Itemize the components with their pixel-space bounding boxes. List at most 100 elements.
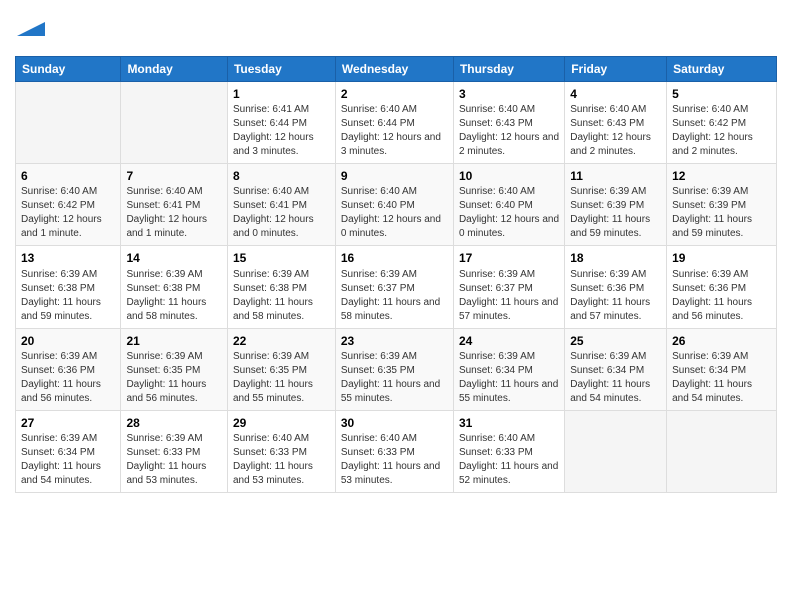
day-info: Sunrise: 6:39 AM Sunset: 6:34 PM Dayligh… (570, 350, 661, 406)
day-info: Sunrise: 6:40 AM Sunset: 6:41 PM Dayligh… (233, 185, 330, 241)
day-number: 31 (459, 415, 559, 431)
calendar-table: SundayMondayTuesdayWednesdayThursdayFrid… (15, 56, 777, 493)
day-info: Sunrise: 6:39 AM Sunset: 6:34 PM Dayligh… (21, 432, 115, 488)
day-number: 3 (459, 86, 559, 102)
day-number: 14 (126, 250, 222, 266)
logo-icon (17, 15, 45, 43)
header-cell-friday: Friday (565, 57, 667, 82)
day-cell: 9Sunrise: 6:40 AM Sunset: 6:40 PM Daylig… (335, 164, 453, 246)
day-info: Sunrise: 6:40 AM Sunset: 6:33 PM Dayligh… (341, 432, 448, 488)
week-row-2: 6Sunrise: 6:40 AM Sunset: 6:42 PM Daylig… (16, 164, 777, 246)
day-cell: 14 Sunrise: 6:39 AM Sunset: 6:38 PM Dayli… (121, 246, 228, 328)
day-cell: 8Sunrise: 6:40 AM Sunset: 6:41 PM Daylig… (227, 164, 335, 246)
day-cell: 25Sunrise: 6:39 AM Sunset: 6:34 PM Dayli… (565, 328, 667, 410)
day-cell: 13 Sunrise: 6:39 AM Sunset: 6:38 PM Dayli… (16, 246, 121, 328)
day-number: 26 (672, 333, 771, 349)
header (15, 10, 777, 48)
day-info: Sunrise: 6:40 AM Sunset: 6:44 PM Dayligh… (341, 103, 448, 159)
day-cell: 10Sunrise: 6:40 AM Sunset: 6:40 PM Dayli… (453, 164, 564, 246)
day-info: Sunrise: 6:40 AM Sunset: 6:40 PM Dayligh… (341, 185, 448, 241)
day-number: 27 (21, 415, 115, 431)
day-info: Sunrise: 6:39 AM Sunset: 6:39 PM Dayligh… (570, 185, 661, 241)
day-number: 29 (233, 415, 330, 431)
day-cell: 1Sunrise: 6:41 AM Sunset: 6:44 PM Daylig… (227, 82, 335, 164)
day-info: Sunrise: 6:39 AM Sunset: 6:34 PM Dayligh… (672, 350, 771, 406)
day-info: Sunrise: 6:39 AM Sunset: 6:38 PM Dayligh… (126, 268, 222, 324)
day-info: Sunrise: 6:39 AM Sunset: 6:35 PM Dayligh… (233, 350, 330, 406)
day-info: Sunrise: 6:40 AM Sunset: 6:42 PM Dayligh… (672, 103, 771, 159)
day-cell: 26Sunrise: 6:39 AM Sunset: 6:34 PM Dayli… (667, 328, 777, 410)
day-info: Sunrise: 6:39 AM Sunset: 6:35 PM Dayligh… (341, 350, 448, 406)
header-cell-thursday: Thursday (453, 57, 564, 82)
day-cell: 2Sunrise: 6:40 AM Sunset: 6:44 PM Daylig… (335, 82, 453, 164)
day-info: Sunrise: 6:40 AM Sunset: 6:43 PM Dayligh… (570, 103, 661, 159)
day-info: Sunrise: 6:39 AM Sunset: 6:36 PM Dayligh… (570, 268, 661, 324)
day-info: Sunrise: 6:39 AM Sunset: 6:38 PM Dayligh… (21, 268, 115, 324)
header-cell-wednesday: Wednesday (335, 57, 453, 82)
header-row: SundayMondayTuesdayWednesdayThursdayFrid… (16, 57, 777, 82)
day-number: 2 (341, 86, 448, 102)
header-cell-saturday: Saturday (667, 57, 777, 82)
day-number: 20 (21, 333, 115, 349)
day-number: 10 (459, 168, 559, 184)
day-number: 12 (672, 168, 771, 184)
day-cell: 28Sunrise: 6:39 AM Sunset: 6:33 PM Dayli… (121, 410, 228, 492)
page-container: SundayMondayTuesdayWednesdayThursdayFrid… (0, 0, 792, 503)
day-number: 6 (21, 168, 115, 184)
header-cell-monday: Monday (121, 57, 228, 82)
day-number: 9 (341, 168, 448, 184)
day-info: Sunrise: 6:40 AM Sunset: 6:40 PM Dayligh… (459, 185, 559, 241)
day-info: Sunrise: 6:39 AM Sunset: 6:38 PM Dayligh… (233, 268, 330, 324)
day-cell: 18 Sunrise: 6:39 AM Sunset: 6:36 PM Dayli… (565, 246, 667, 328)
day-number: 17 (459, 250, 559, 266)
day-number: 25 (570, 333, 661, 349)
day-cell: 22Sunrise: 6:39 AM Sunset: 6:35 PM Dayli… (227, 328, 335, 410)
day-info: Sunrise: 6:40 AM Sunset: 6:41 PM Dayligh… (126, 185, 222, 241)
day-cell (121, 82, 228, 164)
day-cell: 19Sunrise: 6:39 AM Sunset: 6:36 PM Dayli… (667, 246, 777, 328)
day-cell: 31Sunrise: 6:40 AM Sunset: 6:33 PM Dayli… (453, 410, 564, 492)
day-info: Sunrise: 6:39 AM Sunset: 6:36 PM Dayligh… (21, 350, 115, 406)
header-cell-tuesday: Tuesday (227, 57, 335, 82)
day-info: Sunrise: 6:39 AM Sunset: 6:35 PM Dayligh… (126, 350, 222, 406)
day-info: Sunrise: 6:39 AM Sunset: 6:34 PM Dayligh… (459, 350, 559, 406)
week-row-4: 20Sunrise: 6:39 AM Sunset: 6:36 PM Dayli… (16, 328, 777, 410)
day-number: 23 (341, 333, 448, 349)
day-number: 7 (126, 168, 222, 184)
day-number: 18 (570, 250, 661, 266)
week-row-3: 13 Sunrise: 6:39 AM Sunset: 6:38 PM Dayli… (16, 246, 777, 328)
day-number: 28 (126, 415, 222, 431)
day-cell: 7Sunrise: 6:40 AM Sunset: 6:41 PM Daylig… (121, 164, 228, 246)
day-info: Sunrise: 6:40 AM Sunset: 6:42 PM Dayligh… (21, 185, 115, 241)
day-cell: 23Sunrise: 6:39 AM Sunset: 6:35 PM Dayli… (335, 328, 453, 410)
day-info: Sunrise: 6:39 AM Sunset: 6:37 PM Dayligh… (341, 268, 448, 324)
day-cell: 16 Sunrise: 6:39 AM Sunset: 6:37 PM Dayli… (335, 246, 453, 328)
day-cell: 15Sunrise: 6:39 AM Sunset: 6:38 PM Dayli… (227, 246, 335, 328)
day-cell (16, 82, 121, 164)
day-cell (667, 410, 777, 492)
day-number: 13 (21, 250, 115, 266)
day-info: Sunrise: 6:39 AM Sunset: 6:39 PM Dayligh… (672, 185, 771, 241)
day-info: Sunrise: 6:41 AM Sunset: 6:44 PM Dayligh… (233, 103, 330, 159)
day-number: 8 (233, 168, 330, 184)
day-number: 4 (570, 86, 661, 102)
day-cell: 6Sunrise: 6:40 AM Sunset: 6:42 PM Daylig… (16, 164, 121, 246)
day-cell: 11Sunrise: 6:39 AM Sunset: 6:39 PM Dayli… (565, 164, 667, 246)
day-cell: 20Sunrise: 6:39 AM Sunset: 6:36 PM Dayli… (16, 328, 121, 410)
day-number: 11 (570, 168, 661, 184)
day-number: 19 (672, 250, 771, 266)
day-info: Sunrise: 6:40 AM Sunset: 6:33 PM Dayligh… (459, 432, 559, 488)
day-cell: 4Sunrise: 6:40 AM Sunset: 6:43 PM Daylig… (565, 82, 667, 164)
day-info: Sunrise: 6:39 AM Sunset: 6:33 PM Dayligh… (126, 432, 222, 488)
day-number: 1 (233, 86, 330, 102)
logo (15, 15, 45, 48)
day-number: 22 (233, 333, 330, 349)
day-cell: 12Sunrise: 6:39 AM Sunset: 6:39 PM Dayli… (667, 164, 777, 246)
day-number: 16 (341, 250, 448, 266)
header-cell-sunday: Sunday (16, 57, 121, 82)
day-number: 5 (672, 86, 771, 102)
day-cell: 21Sunrise: 6:39 AM Sunset: 6:35 PM Dayli… (121, 328, 228, 410)
week-row-1: 1Sunrise: 6:41 AM Sunset: 6:44 PM Daylig… (16, 82, 777, 164)
day-cell: 5Sunrise: 6:40 AM Sunset: 6:42 PM Daylig… (667, 82, 777, 164)
day-info: Sunrise: 6:40 AM Sunset: 6:43 PM Dayligh… (459, 103, 559, 159)
